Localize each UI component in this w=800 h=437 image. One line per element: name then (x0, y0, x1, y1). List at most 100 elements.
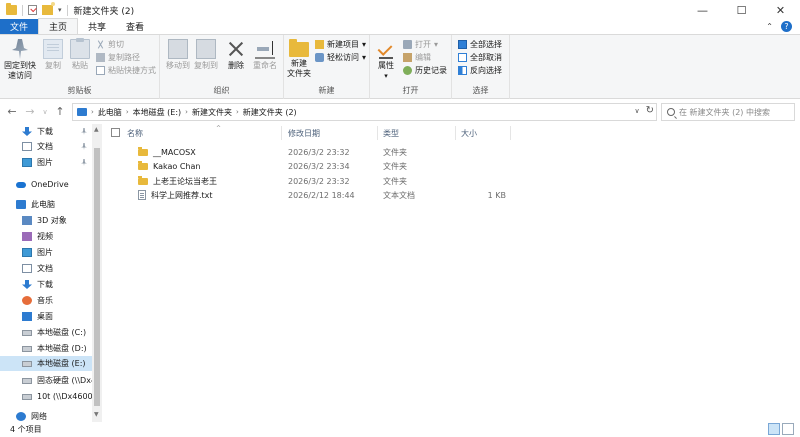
file-list: 名称 ^ 修改日期 类型 大小 __MACOSX 2026/3/2 23:32 … (105, 124, 800, 422)
new-item-button[interactable]: 新建项目 ▾ (315, 39, 366, 50)
column-divider[interactable] (377, 126, 378, 140)
sidebar-scrollbar[interactable]: ▲ ▼ (92, 124, 102, 422)
sidebar-item-10t-network[interactable]: 10t (\\Dx4600- (0, 389, 92, 404)
copy-to-button[interactable]: 复制到 (193, 39, 219, 71)
file-row[interactable]: Kakao Chan 2026/3/2 23:34 文件夹 (105, 159, 525, 173)
refresh-icon[interactable]: ↻ (646, 105, 654, 116)
breadcrumb-drive-e[interactable]: 本地磁盘 (E:) (133, 107, 182, 118)
file-row[interactable]: __MACOSX 2026/3/2 23:32 文件夹 (105, 145, 525, 159)
address-bar[interactable]: › 此电脑 › 本地磁盘 (E:) › 新建文件夹 › 新建文件夹 (2) ∨ … (72, 103, 657, 121)
sidebar-item-documents[interactable]: 文档 (0, 261, 92, 276)
select-all-button[interactable]: 全部选择 (458, 39, 502, 50)
sidebar-item-drive-d[interactable]: 本地磁盘 (D:) (0, 341, 92, 356)
cut-button[interactable]: 剪切 (96, 39, 124, 50)
history-button[interactable]: 历史记录 (403, 65, 447, 76)
delete-button[interactable]: 删除 (226, 39, 246, 71)
select-none-icon (458, 53, 467, 62)
customize-toolbar-chevron-icon[interactable]: ▾ (58, 6, 62, 14)
maximize-button[interactable]: ☐ (722, 0, 761, 20)
history-icon (403, 66, 412, 75)
sidebar-item-onedrive[interactable]: OneDrive (0, 177, 92, 192)
pin-quick-access-button[interactable]: 固定到快 速访问 (3, 39, 37, 81)
open-group-label: 打开 (402, 86, 419, 95)
sidebar-item-label: 3D 对象 (37, 216, 67, 225)
scrollbar-thumb[interactable] (94, 148, 100, 406)
breadcrumb-new-folder-2[interactable]: 新建文件夹 (2) (243, 107, 297, 118)
breadcrumb-this-pc[interactable]: 此电脑 (98, 107, 122, 118)
column-header-date-label: 修改日期 (288, 128, 320, 138)
sidebar-item-quick-pictures[interactable]: 图片 (0, 155, 92, 170)
rename-button[interactable]: 重命名 (251, 39, 279, 71)
tab-view[interactable]: 查看 (116, 19, 154, 34)
tab-home[interactable]: 主页 (38, 18, 79, 34)
new-group: 新建 文件夹 新建项目 ▾ 轻松访问 ▾ 新建 (284, 35, 370, 99)
video-icon (22, 232, 32, 241)
chevron-down-icon: ▾ (362, 53, 367, 62)
open-button[interactable]: 打开 ▾ (403, 39, 438, 50)
clipboard-group-label: 剪贴板 (67, 86, 92, 95)
sidebar-item-this-pc[interactable]: 此电脑 (0, 197, 92, 212)
sidebar-item-3d-objects[interactable]: 3D 对象 (0, 213, 92, 228)
column-header-size[interactable]: 大小 (461, 126, 511, 140)
sidebar-item-downloads[interactable]: 下载 (0, 277, 92, 292)
file-row[interactable]: 科学上网推荐.txt 2026/2/12 18:44 文本文档 1 KB (105, 188, 525, 202)
large-icons-view-icon[interactable] (782, 423, 794, 435)
easy-access-button[interactable]: 轻松访问 ▾ (315, 52, 366, 63)
copy-path-button[interactable]: 复制路径 (96, 52, 140, 63)
paste-shortcut-label: 粘贴快捷方式 (108, 66, 156, 75)
address-history-chevron-icon[interactable]: ∨ (634, 107, 639, 115)
picture-icon (22, 158, 32, 167)
paste-label: 粘贴 (72, 61, 88, 70)
minimize-button[interactable]: — (683, 0, 722, 20)
breadcrumb-new-folder[interactable]: 新建文件夹 (192, 107, 232, 118)
column-divider[interactable] (455, 126, 456, 140)
up-arrow-icon[interactable]: ↑ (54, 105, 66, 118)
properties-button[interactable]: 属性 ▾ (375, 39, 397, 81)
nav-buttons: ← → ∨ ↑ (6, 105, 66, 118)
edit-button[interactable]: 编辑 (403, 52, 431, 63)
scroll-down-icon[interactable]: ▼ (94, 411, 99, 418)
move-to-button[interactable]: 移动到 (165, 39, 191, 71)
paste-button[interactable]: 粘贴 (69, 38, 91, 71)
tab-share[interactable]: 共享 (78, 19, 116, 34)
chevron-up-icon[interactable]: ⌃ (766, 22, 773, 31)
scroll-up-icon[interactable]: ▲ (94, 126, 99, 133)
column-header-name[interactable]: 名称 ^ (127, 125, 285, 140)
sidebar-item-label: 10t (\\Dx4600- (37, 392, 92, 401)
copy-button[interactable]: 复制 (42, 39, 64, 71)
help-icon[interactable]: ? (781, 21, 792, 32)
column-header-date[interactable]: 修改日期 (288, 126, 378, 140)
sidebar-item-music[interactable]: 音乐 (0, 293, 92, 308)
column-header-type[interactable]: 类型 (383, 126, 458, 140)
tab-file[interactable]: 文件 (0, 19, 38, 34)
sidebar-item-videos[interactable]: 视频 (0, 229, 92, 244)
column-divider[interactable] (281, 126, 282, 140)
file-row[interactable]: 上老王论坛当老王 2026/3/2 23:32 文件夹 (105, 174, 525, 188)
sidebar-item-desktop[interactable]: 桌面 (0, 309, 92, 324)
recent-chevron-icon[interactable]: ∨ (42, 108, 48, 116)
forward-arrow-icon[interactable]: → (24, 105, 36, 118)
back-arrow-icon[interactable]: ← (6, 105, 18, 118)
invert-selection-button[interactable]: 反向选择 (458, 65, 502, 76)
file-name: 科学上网推荐.txt (151, 190, 213, 200)
sidebar-item-pictures[interactable]: 图片 (0, 245, 92, 260)
details-view-icon[interactable] (768, 423, 780, 435)
new-folder-button[interactable]: 新建 文件夹 (286, 39, 312, 79)
sidebar-item-ssd-network[interactable]: 固态硬盘 (\\Dx4 (0, 373, 92, 388)
properties-icon[interactable] (28, 5, 37, 15)
sidebar-item-drive-e[interactable]: 本地磁盘 (E:) (0, 356, 92, 371)
copy-label: 复制 (45, 61, 61, 70)
sidebar-item-drive-c[interactable]: 本地磁盘 (C:) (0, 325, 92, 340)
sidebar-item-quick-documents[interactable]: 文档 (0, 139, 92, 154)
move-to-label: 移动到 (166, 61, 190, 70)
select-all-checkbox[interactable] (111, 128, 120, 137)
search-icon (667, 108, 675, 116)
new-folder-icon[interactable] (42, 2, 55, 15)
paste-shortcut-button[interactable]: 粘贴快捷方式 (96, 65, 156, 76)
new-folder-label: 新建 文件夹 (287, 59, 311, 78)
sidebar-item-quick-downloads[interactable]: 下载 (0, 124, 92, 139)
select-none-button[interactable]: 全部取消 (458, 52, 502, 63)
column-divider[interactable] (510, 126, 511, 140)
close-button[interactable]: ✕ (761, 0, 800, 20)
search-box[interactable]: 在 新建文件夹 (2) 中搜索 (661, 103, 795, 121)
